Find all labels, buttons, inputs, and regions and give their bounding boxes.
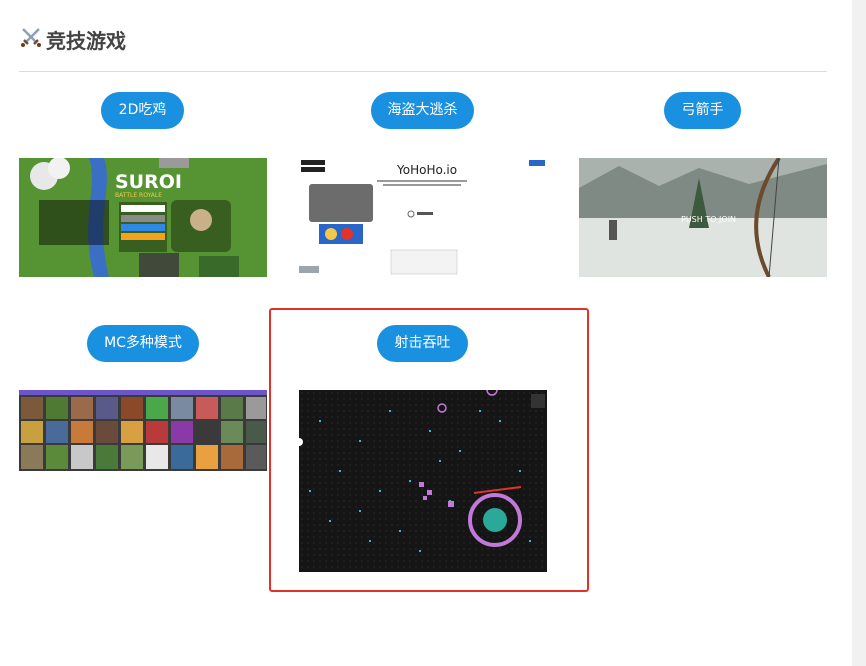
game-thumbnail-mc[interactable] [19, 390, 267, 471]
divider [19, 71, 827, 72]
suroi-logo-subtext: BATTLE ROYALE [115, 192, 162, 199]
scrollbar-track[interactable] [852, 0, 866, 666]
game-button-mc-modes[interactable]: MC多种模式 [87, 325, 199, 362]
yohoho-logo-text: YoHoHo.io [396, 163, 457, 177]
game-button-pirate-battle[interactable]: 海盗大逃杀 [371, 92, 474, 129]
section-title: 竞技游戏 [46, 28, 126, 53]
game-thumbnail-shoot-swallow[interactable] [299, 390, 547, 572]
suroi-logo-text: SUROI [115, 171, 182, 193]
game-button-archer[interactable]: 弓箭手 [664, 92, 741, 129]
game-thumbnail-yohoho[interactable]: YoHoHo.io [299, 158, 547, 277]
game-thumbnail-suroi[interactable]: SUROI BATTLE ROYALE [19, 158, 267, 277]
section-heading: 竞技游戏 [20, 24, 126, 54]
game-button-shoot-swallow[interactable]: 射击吞吐 [377, 325, 468, 362]
crossed-swords-icon [20, 26, 42, 53]
game-button-2d-chicken[interactable]: 2D吃鸡 [101, 92, 184, 129]
push-to-join-text: PUSH TO JOIN [681, 215, 736, 224]
game-thumbnail-archer[interactable]: PUSH TO JOIN [579, 158, 827, 277]
